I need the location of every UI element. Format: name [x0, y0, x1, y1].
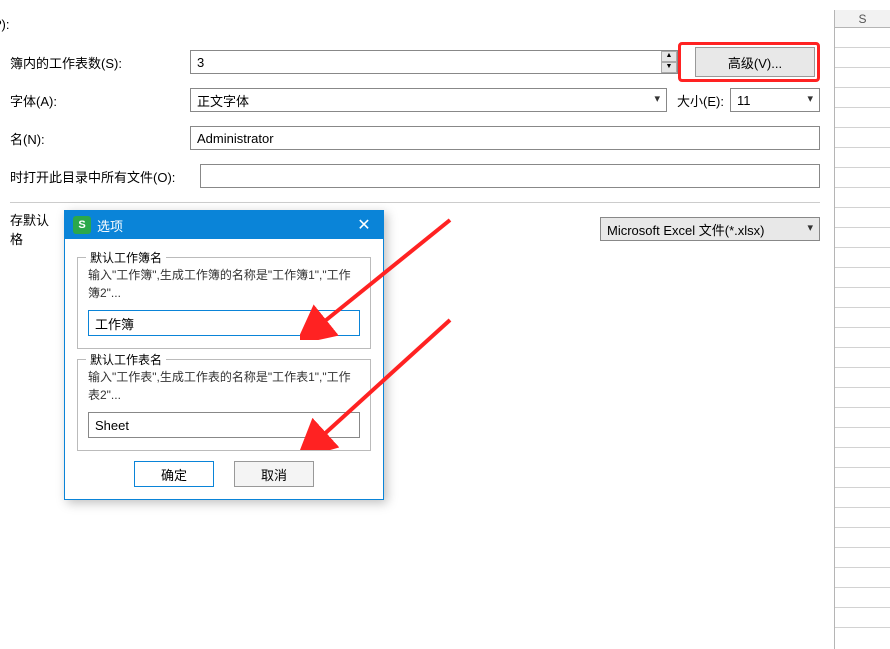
size-label: 大小(E):	[677, 91, 724, 110]
cell[interactable]	[835, 68, 890, 88]
options-dialog: S 选项 ✕ 默认工作簿名 输入"工作簿",生成工作簿的名称是"工作簿1","工…	[64, 210, 384, 500]
cell[interactable]	[835, 208, 890, 228]
font-label: 字体(A):	[10, 91, 190, 110]
font-value: 正文字体	[197, 91, 249, 110]
advanced-button[interactable]: 高级(V)...	[695, 47, 815, 77]
cell[interactable]	[835, 548, 890, 568]
cell[interactable]	[835, 248, 890, 268]
ok-button[interactable]: 确定	[134, 461, 214, 487]
saveformat-label: 存默认格	[10, 210, 68, 248]
opendir-label: 时打开此目录中所有文件(O):	[10, 167, 200, 186]
cancel-button[interactable]: 取消	[234, 461, 314, 487]
cell[interactable]	[835, 188, 890, 208]
font-select[interactable]: 正文字体	[190, 88, 667, 112]
group-sheet-name: 默认工作表名 输入"工作表",生成工作表的名称是"工作表1","工作表2"...	[77, 359, 371, 451]
group1-desc: 输入"工作簿",生成工作簿的名称是"工作簿1","工作簿2"...	[88, 266, 360, 302]
size-select[interactable]: 11	[730, 88, 820, 112]
spinner-down-icon[interactable]: ▼	[661, 62, 677, 73]
cell[interactable]	[835, 568, 890, 588]
cell[interactable]	[835, 588, 890, 608]
sheets-input[interactable]	[190, 50, 678, 74]
app-icon: S	[73, 216, 91, 234]
name-input[interactable]	[190, 126, 820, 150]
divider	[10, 202, 820, 203]
opendir-input[interactable]	[200, 164, 820, 188]
spreadsheet-column: S	[834, 10, 890, 649]
cell[interactable]	[835, 448, 890, 468]
cell[interactable]	[835, 348, 890, 368]
cell[interactable]	[835, 408, 890, 428]
cell[interactable]	[835, 328, 890, 348]
sheets-spinner[interactable]: ▲ ▼	[190, 50, 678, 74]
cell[interactable]	[835, 468, 890, 488]
group2-label: 默认工作表名	[86, 351, 166, 368]
workbook-name-input[interactable]	[88, 310, 360, 336]
cell[interactable]	[835, 28, 890, 48]
name-label: 名(N):	[10, 129, 190, 148]
cell[interactable]	[835, 388, 890, 408]
cell[interactable]	[835, 148, 890, 168]
cell[interactable]	[835, 128, 890, 148]
close-icon[interactable]: ✕	[353, 215, 375, 235]
dialog-title: 选项	[97, 216, 123, 235]
size-value: 11	[737, 93, 751, 108]
cell[interactable]	[835, 88, 890, 108]
row0-label: (?):	[0, 17, 170, 32]
cell[interactable]	[835, 368, 890, 388]
cell[interactable]	[835, 288, 890, 308]
saveformat-select[interactable]: Microsoft Excel 文件(*.xlsx)	[600, 217, 820, 241]
saveformat-value: Microsoft Excel 文件(*.xlsx)	[607, 220, 764, 239]
cell[interactable]	[835, 268, 890, 288]
cell[interactable]	[835, 168, 890, 188]
cell[interactable]	[835, 48, 890, 68]
cell[interactable]	[835, 508, 890, 528]
cell[interactable]	[835, 108, 890, 128]
cell[interactable]	[835, 308, 890, 328]
group2-desc: 输入"工作表",生成工作表的名称是"工作表1","工作表2"...	[88, 368, 360, 404]
cell[interactable]	[835, 428, 890, 448]
group-workbook-name: 默认工作簿名 输入"工作簿",生成工作簿的名称是"工作簿1","工作簿2"...	[77, 257, 371, 349]
cell[interactable]	[835, 228, 890, 248]
sheet-name-input[interactable]	[88, 412, 360, 438]
cell[interactable]	[835, 528, 890, 548]
column-header[interactable]: S	[835, 10, 890, 28]
cell[interactable]	[835, 488, 890, 508]
advanced-highlight: 高级(V)...	[678, 42, 820, 82]
spinner-up-icon[interactable]: ▲	[661, 51, 677, 62]
group1-label: 默认工作簿名	[86, 249, 166, 266]
sheets-label: 簿内的工作表数(S):	[10, 53, 190, 72]
dialog-titlebar[interactable]: S 选项 ✕	[65, 211, 383, 239]
cell[interactable]	[835, 608, 890, 628]
